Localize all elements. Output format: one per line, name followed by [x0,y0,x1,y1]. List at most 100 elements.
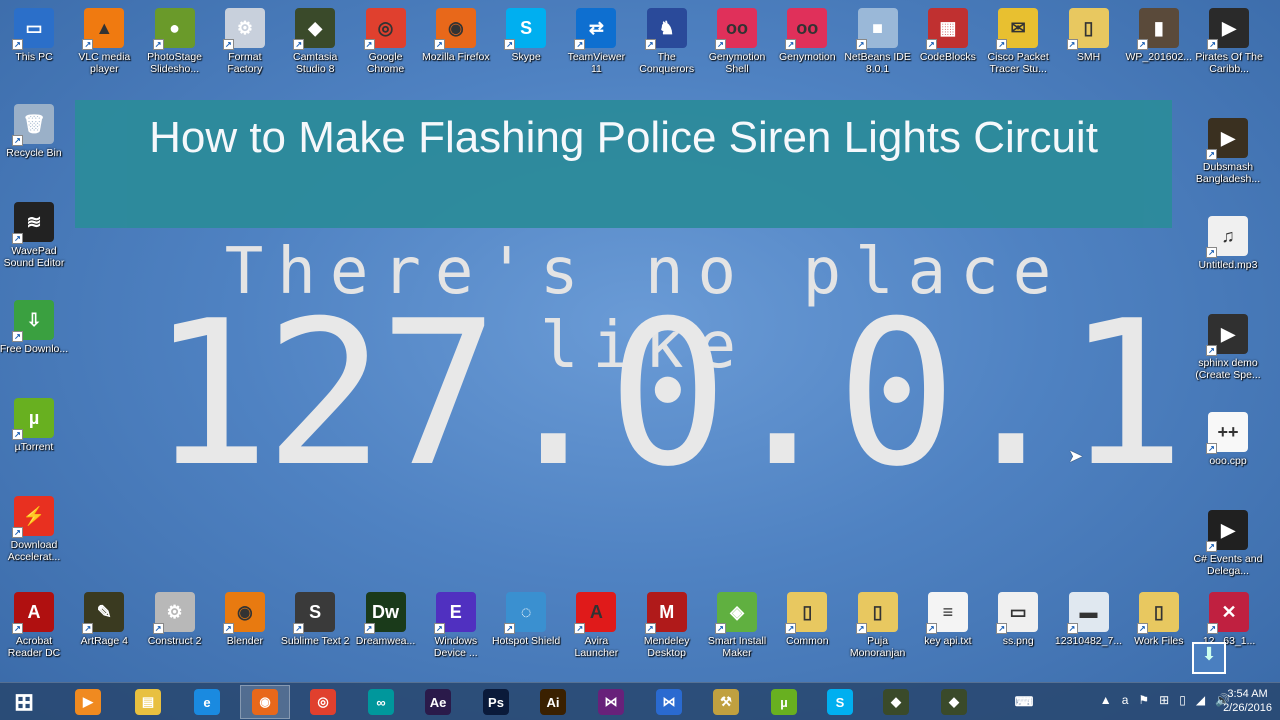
desktop-icon-blender[interactable]: ◉ ↗ Blender [210,592,280,647]
taskbar-illustrator[interactable]: Ai [528,685,578,719]
shortcut-arrow-icon: ↗ [1206,149,1217,160]
desktop-icon-free-downlo[interactable]: ⇩ ↗ Free Downlo... [0,300,69,355]
taskbar-camtasia[interactable]: ◆ [871,685,921,719]
desktop-icon-recycle-bin[interactable]: 🗑 ↗ Recycle Bin [0,104,69,159]
shortcut-arrow-icon: ↗ [925,623,937,634]
desktop-icon-wp-201602[interactable]: ▮ ↗ WP_201602... [1124,8,1194,63]
visual-studio-icon: ⋈ [598,689,624,715]
desktop-icon-ss-png[interactable]: ▭ ↗ ss.png [983,592,1053,647]
shortcut-arrow-icon: ↗ [152,623,164,634]
shortcut-arrow-icon: ↗ [293,39,305,50]
desktop-icon-torrent[interactable]: µ ↗ µTorrent [0,398,69,453]
taskbar-start[interactable]: ⊞ [0,685,49,719]
desktop-icon-label: Free Downlo... [0,343,69,355]
taskbar-visual-studio-code[interactable]: ⋈ [644,685,694,719]
system-tray[interactable]: ▲ a ⚑ ⊞ ▯ ◢ 🔊 [1100,693,1230,707]
desktop-icon-the-conquerors[interactable]: ♞ ↗ The Conquerors [632,8,702,75]
tools-icon: ⚒ [713,689,739,715]
desktop-icon-format-factory[interactable]: ⚙ ↗ Format Factory [210,8,280,75]
taskbar-internet-explorer[interactable]: e [182,685,232,719]
taskbar-skype[interactable]: S [815,685,865,719]
shortcut-arrow-icon: ↗ [1206,443,1217,454]
desktop-icon-untitled-mp3[interactable]: ♫ ↗ Untitled.mp3 [1193,216,1263,271]
taskbar-after-effects[interactable]: Ae [413,685,463,719]
desktop-icon-windows-device[interactable]: E ↗ Windows Device ... [421,592,491,659]
desktop-icon-common[interactable]: ▯ ↗ Common [772,592,842,647]
shortcut-arrow-icon: ↗ [82,623,94,634]
download-arrow-icon[interactable]: ⬇ [1192,642,1226,674]
desktop-icon-cisco-packet-tracer-stu[interactable]: ✉ ↗ Cisco Packet Tracer Stu... [983,8,1053,75]
desktop-icon-label: sphinx demo (Create Spe... [1195,357,1261,381]
taskbar-arduino[interactable]: ∞ [356,685,406,719]
desktop-icon-ooo-cpp[interactable]: ++ ↗ ooo.cpp [1193,412,1263,467]
desktop-icon-wavepad-sound-editor[interactable]: ≋ ↗ WavePad Sound Editor [0,202,69,269]
desktop-icon-photostage-slidesho[interactable]: ● ↗ PhotoStage Slidesho... [140,8,210,75]
avira-launcher-icon: A ↗ [574,592,617,634]
shortcut-arrow-icon: ↗ [715,623,726,634]
tray-icon-3[interactable]: ⊞ [1159,693,1169,707]
desktop-icon-download-accelerat[interactable]: ⚡ ↗ Download Accelerat... [0,496,69,563]
desktop-icon-12-63-1[interactable]: ✕ ↗ 12...63_1... [1194,592,1264,647]
desktop-icon-acrobat-reader-dc[interactable]: A ↗ Acrobat Reader DC [0,592,69,659]
desktop-icon-smh[interactable]: ▯ ↗ SMH [1054,8,1124,63]
desktop-icon-netbeans-ide-8-0-1[interactable]: ■ ↗ NetBeans IDE 8.0.1 [843,8,913,75]
desktop-icon-vlc-media-player[interactable]: ▲ ↗ VLC media player [69,8,139,75]
clock[interactable]: 3:54 AM 2/26/2016 [1223,687,1272,715]
illustrator-icon: Ai [540,689,566,715]
key-api-txt-icon: ≡ ↗ [925,592,968,634]
tray-icon-1[interactable]: a [1122,693,1129,707]
taskbar-file-explorer[interactable]: ▤ [123,685,173,719]
taskbar-visual-studio[interactable]: ⋈ [586,685,636,719]
desktop-icon-c-events-and-delega[interactable]: ▶ ↗ C# Events and Delega... [1193,510,1263,577]
desktop-icon-label: µTorrent [14,441,54,453]
taskbar-utorrent[interactable]: µ [759,685,809,719]
desktop-icon-work-files[interactable]: ▯ ↗ Work Files [1124,592,1194,647]
taskbar-chrome[interactable]: ◎ [298,685,348,719]
taskbar-photoshop[interactable]: Ps [471,685,521,719]
shortcut-arrow-icon: ↗ [1066,39,1078,50]
desktop-icon-genymotion-shell[interactable]: oo ↗ Genymotion Shell [702,8,772,75]
desktop-icon-genymotion[interactable]: oo ↗ Genymotion [772,8,842,63]
taskbar-firefox[interactable]: ◉ [240,685,290,719]
desktop-icon-dubsmash-bangladesh[interactable]: ▶ ↗ Dubsmash Bangladesh... [1193,118,1263,185]
desktop-icon-puja-monoranjan[interactable]: ▯ ↗ Puja Monoranjan [843,592,913,659]
tray-icon-5[interactable]: ◢ [1196,693,1205,707]
desktop-icon-pirates-of-the-caribb[interactable]: ▶ ↗ Pirates Of The Caribb... [1194,8,1264,75]
desktop-icon-label: Mendeley Desktop [643,635,690,659]
desktop-icon-hotspot-shield[interactable]: ◌ ↗ Hotspot Shield [491,592,561,647]
desktop-icon-dreamwea[interactable]: Dw ↗ Dreamwea... [351,592,421,647]
taskbar-windows-media-player[interactable]: ▶ [63,685,113,719]
shortcut-arrow-icon: ↗ [644,623,656,634]
desktop-icon-label: Pirates Of The Caribb... [1195,51,1263,75]
tray-icon-2[interactable]: ⚑ [1138,693,1149,707]
desktop-icon-codeblocks[interactable]: ▦ ↗ CodeBlocks [913,8,983,63]
desktop-icon-key-api-txt[interactable]: ≡ ↗ key api.txt [913,592,983,647]
desktop-icon-mozilla-firefox[interactable]: ◉ ↗ Mozilla Firefox [421,8,491,63]
desktop-icon-sphinx-demo-create-spe[interactable]: ▶ ↗ sphinx demo (Create Spe... [1193,314,1263,381]
desktop-icon-google-chrome[interactable]: ◎ ↗ Google Chrome [351,8,421,75]
desktop-icon-skype[interactable]: S ↗ Skype [491,8,561,63]
taskbar-touch-keyboard[interactable]: ⌨ [999,685,1049,719]
tray-icon-0[interactable]: ▲ [1100,693,1112,707]
desktop-icon-artrage-4[interactable]: ✎ ↗ ArtRage 4 [69,592,139,647]
desktop-icon-avira-launcher[interactable]: A ↗ Avira Launcher [561,592,631,659]
desktop-icon-12310482-7[interactable]: ▬ ↗ 12310482_7... [1054,592,1124,647]
format-factory-icon: ⚙ ↗ [222,8,265,50]
tray-icon-4[interactable]: ▯ [1179,693,1186,707]
taskbar-camtasia-recorder[interactable]: ◆ [929,685,979,719]
desktop-icon-label: Avira Launcher [574,635,619,659]
desktop-icon-smart-install-maker[interactable]: ◈ ↗ Smart Install Maker [702,592,772,659]
desktop-icon-teamviewer-11[interactable]: ⇄ ↗ TeamViewer 11 [561,8,631,75]
desktop-icon-label: TeamViewer 11 [567,51,626,75]
shortcut-arrow-icon: ↗ [855,623,867,634]
desktop-icon-mendeley-desktop[interactable]: M ↗ Mendeley Desktop [632,592,702,659]
wallpaper-text-ip: 127.0.0.1 [150,278,1186,511]
desktop-icon-sublime-text-2[interactable]: S ↗ Sublime Text 2 [280,592,350,647]
desktop-icon-this-pc[interactable]: ▭ ↗ This PC [0,8,69,63]
shortcut-arrow-icon: ↗ [1206,541,1217,552]
mouse-cursor-icon: ➤ [1068,446,1084,466]
taskbar-tools[interactable]: ⚒ [701,685,751,719]
desktop-icon-construct-2[interactable]: ⚙ ↗ Construct 2 [140,592,210,647]
desktop-icon-label: 12310482_7... [1054,635,1123,647]
desktop-icon-camtasia-studio-8[interactable]: ◆ ↗ Camtasia Studio 8 [280,8,350,75]
